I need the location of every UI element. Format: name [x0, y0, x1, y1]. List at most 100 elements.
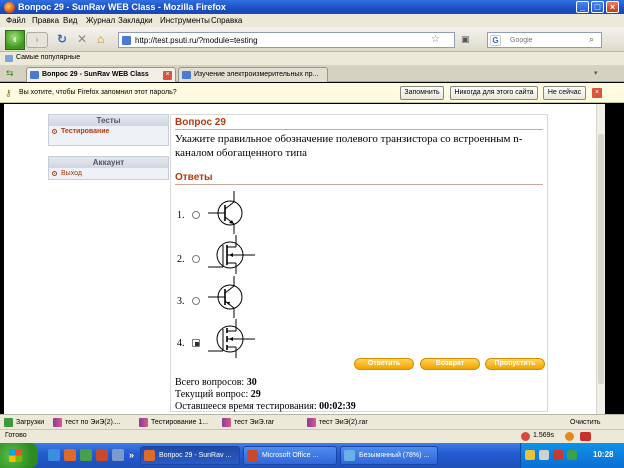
not-now-button[interactable]: Не сейчас [543, 86, 586, 100]
answer-number: 4. [177, 338, 185, 349]
task-office[interactable]: Microsoft Office ... [243, 446, 337, 465]
download-item[interactable]: Тестирование 1... [139, 417, 219, 429]
bookmark-star-icon[interactable]: ☆ [431, 34, 440, 45]
stop-icon[interactable]: ✕ [77, 33, 87, 45]
download-item[interactable]: тест по ЭиЭ(2).... [53, 417, 133, 429]
page-scrollbar[interactable] [596, 104, 605, 414]
tab-question[interactable]: Вопрос 29 - SunRav WEB Class × [26, 67, 176, 82]
tray-update-icon[interactable] [567, 450, 577, 460]
tab-measurement[interactable]: Изучение электроизмерительных пр... [178, 67, 328, 82]
mosfet-depletion-icon [208, 235, 255, 274]
task-image-viewer[interactable]: Безымянный (78%) ... [340, 446, 438, 465]
never-remember-button[interactable]: Никогда для этого сайта [450, 86, 538, 100]
quicklaunch-firefox-icon[interactable] [64, 449, 76, 461]
firefox-logo-icon [4, 2, 15, 13]
menu-tools[interactable]: Инструменты [160, 16, 210, 25]
menu-bookmarks[interactable]: Закладки [118, 16, 153, 25]
firefox-icon [144, 450, 155, 461]
menu-edit[interactable]: Правка [32, 16, 59, 25]
camera-icon[interactable]: ▣ [461, 34, 470, 45]
tray-antivirus-icon[interactable] [553, 450, 563, 460]
menu-view[interactable]: Вид [63, 16, 77, 25]
remaining-time: Оставшееся время тестирования: 00:02:39 [175, 401, 356, 412]
key-icon: ⚷ [5, 88, 12, 98]
tab-bar: ⇆ Вопрос 29 - SunRav WEB Class × Изучени… [0, 65, 624, 82]
task-firefox[interactable]: Вопрос 29 - SunRav ... [140, 446, 240, 465]
downloads-label[interactable]: Загрузки [4, 417, 50, 429]
tab-close-icon[interactable]: × [163, 71, 172, 80]
answer-radio[interactable] [192, 211, 200, 219]
clear-downloads-button[interactable]: Очистить [570, 417, 600, 429]
home-icon[interactable]: ⌂ [97, 33, 104, 45]
site-identity-icon[interactable] [122, 36, 131, 45]
skip-button[interactable]: Пропустить [485, 358, 545, 370]
password-notification-bar: ⚷ Вы хотите, чтобы Firefox запомнил этот… [0, 83, 624, 103]
list-tabs-icon[interactable]: ⇆ [6, 68, 14, 79]
search-box[interactable]: G ⌕ [487, 32, 602, 48]
start-button[interactable] [0, 443, 38, 468]
tests-panel: Тесты Тестирование [48, 114, 169, 146]
reload-icon[interactable]: ↻ [57, 33, 67, 45]
search-icon[interactable]: ⌕ [589, 34, 594, 45]
account-header: Аккаунт [49, 157, 168, 168]
answer-radio[interactable] [192, 255, 200, 263]
quicklaunch-office-icon[interactable] [96, 449, 108, 461]
scrollbar-thumb[interactable] [598, 134, 604, 384]
sidebar-item-logout[interactable]: Выход [49, 168, 168, 179]
clock: 10:28 [593, 450, 614, 459]
adblock-icon[interactable] [580, 432, 591, 441]
url-input[interactable] [135, 35, 415, 46]
answer-number: 2. [177, 254, 185, 265]
bipolar-pnp-transistor-icon [208, 276, 243, 318]
download-arrow-icon [4, 418, 13, 427]
menu-history[interactable]: Журнал [86, 16, 115, 25]
firebug-icon[interactable] [565, 432, 574, 441]
system-tray: 10:28 [520, 443, 624, 468]
back-button[interactable]: ‹ [5, 30, 25, 50]
answer-radio[interactable] [192, 297, 200, 305]
answer-button[interactable]: Ответить [354, 358, 414, 370]
tray-network-icon[interactable] [525, 450, 535, 460]
return-button[interactable]: Возврат [420, 358, 480, 370]
tab-favicon-icon [182, 71, 191, 79]
quicklaunch-desktop-icon[interactable] [48, 449, 60, 461]
download-item[interactable]: тест ЭиЭ(2).rar [307, 417, 387, 429]
current-question: Текущий вопрос: 29 [175, 389, 261, 400]
tests-header: Тесты [49, 115, 168, 126]
tab-list-chevron-icon[interactable]: ▾ [594, 69, 598, 77]
remember-password-button[interactable]: Запомнить [400, 86, 444, 100]
status-text: Готово [5, 432, 27, 439]
tab-favicon-icon [30, 71, 39, 79]
rar-file-icon [139, 418, 148, 427]
forward-button[interactable]: › [26, 32, 48, 48]
search-engine-icon[interactable]: G [490, 35, 501, 46]
answer-checkbox-selected[interactable] [192, 339, 200, 347]
downloads-bar: Загрузки тест по ЭиЭ(2).... Тестирование… [0, 414, 624, 429]
windows-taskbar: » Вопрос 29 - SunRav ... Microsoft Offic… [0, 443, 624, 468]
tray-volume-icon[interactable] [539, 450, 549, 460]
total-questions-value: 30 [246, 377, 257, 388]
menu-help[interactable]: Справка [211, 16, 242, 25]
quicklaunch-explorer-icon[interactable] [112, 449, 124, 461]
addon-icon[interactable] [521, 432, 530, 441]
bullet-icon [52, 129, 57, 134]
most-visited-bookmark[interactable]: Самые популярные [16, 54, 80, 61]
sidebar-item-testing[interactable]: Тестирование [49, 126, 168, 137]
search-input[interactable] [510, 35, 586, 46]
answers-header: Ответы [175, 172, 543, 185]
menu-file[interactable]: Файл [6, 16, 26, 25]
bipolar-npn-transistor-icon [208, 191, 243, 234]
notification-close-icon[interactable]: × [592, 88, 602, 98]
office-icon [247, 450, 258, 461]
total-questions: Всего вопросов: 30 [175, 377, 257, 388]
download-item[interactable]: тест ЭиЭ.rar [222, 417, 302, 429]
quicklaunch-app-icon[interactable] [80, 449, 92, 461]
minimize-button[interactable]: _ [576, 1, 589, 13]
close-button[interactable]: × [606, 1, 619, 13]
question-header: Вопрос 29 [175, 117, 543, 130]
maximize-button[interactable]: □ [591, 1, 604, 13]
quicklaunch-more[interactable]: » [129, 450, 134, 460]
url-bar[interactable]: ☆ [118, 32, 455, 48]
current-question-value: 29 [250, 389, 261, 400]
rar-file-icon [307, 418, 316, 427]
